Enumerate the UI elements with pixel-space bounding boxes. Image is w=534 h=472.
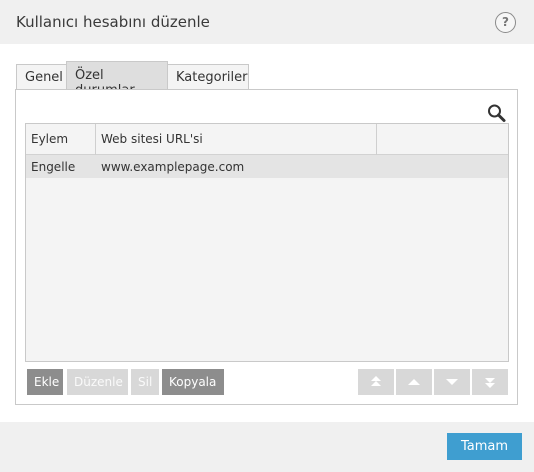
table-row[interactable]: Engelle www.examplepage.com [26, 155, 508, 178]
help-icon[interactable]: ? [495, 12, 516, 33]
column-header-action[interactable]: Eylem [26, 124, 96, 155]
row-action: Engelle [31, 160, 76, 174]
delete-button[interactable]: Sil [131, 369, 159, 395]
tab-ozel-durumlar[interactable]: Özel durumlar [66, 61, 168, 98]
down-arrow-icon[interactable] [434, 369, 470, 395]
table-header: Eylem Web sitesi URL'si [26, 124, 508, 155]
double-up-arrow-icon[interactable] [358, 369, 394, 395]
column-header-url[interactable]: Web sitesi URL'si [96, 124, 377, 155]
up-arrow-icon[interactable] [396, 369, 432, 395]
edit-button[interactable]: Düzenle [67, 369, 128, 395]
double-down-arrow-icon[interactable] [472, 369, 508, 395]
dialog-header: Kullanıcı hesabını düzenle ? [0, 0, 534, 44]
exceptions-table: Eylem Web sitesi URL'si Engelle www.exam… [25, 123, 509, 362]
tab-kategoriler[interactable]: Kategoriler [167, 64, 249, 90]
ok-button[interactable]: Tamam [447, 433, 522, 460]
copy-button[interactable]: Kopyala [162, 369, 224, 395]
dialog-title: Kullanıcı hesabını düzenle [16, 13, 210, 31]
row-url: www.examplepage.com [101, 160, 245, 174]
search-icon[interactable] [486, 101, 508, 125]
tab-genel[interactable]: Genel [16, 64, 67, 90]
add-button[interactable]: Ekle [27, 369, 63, 395]
